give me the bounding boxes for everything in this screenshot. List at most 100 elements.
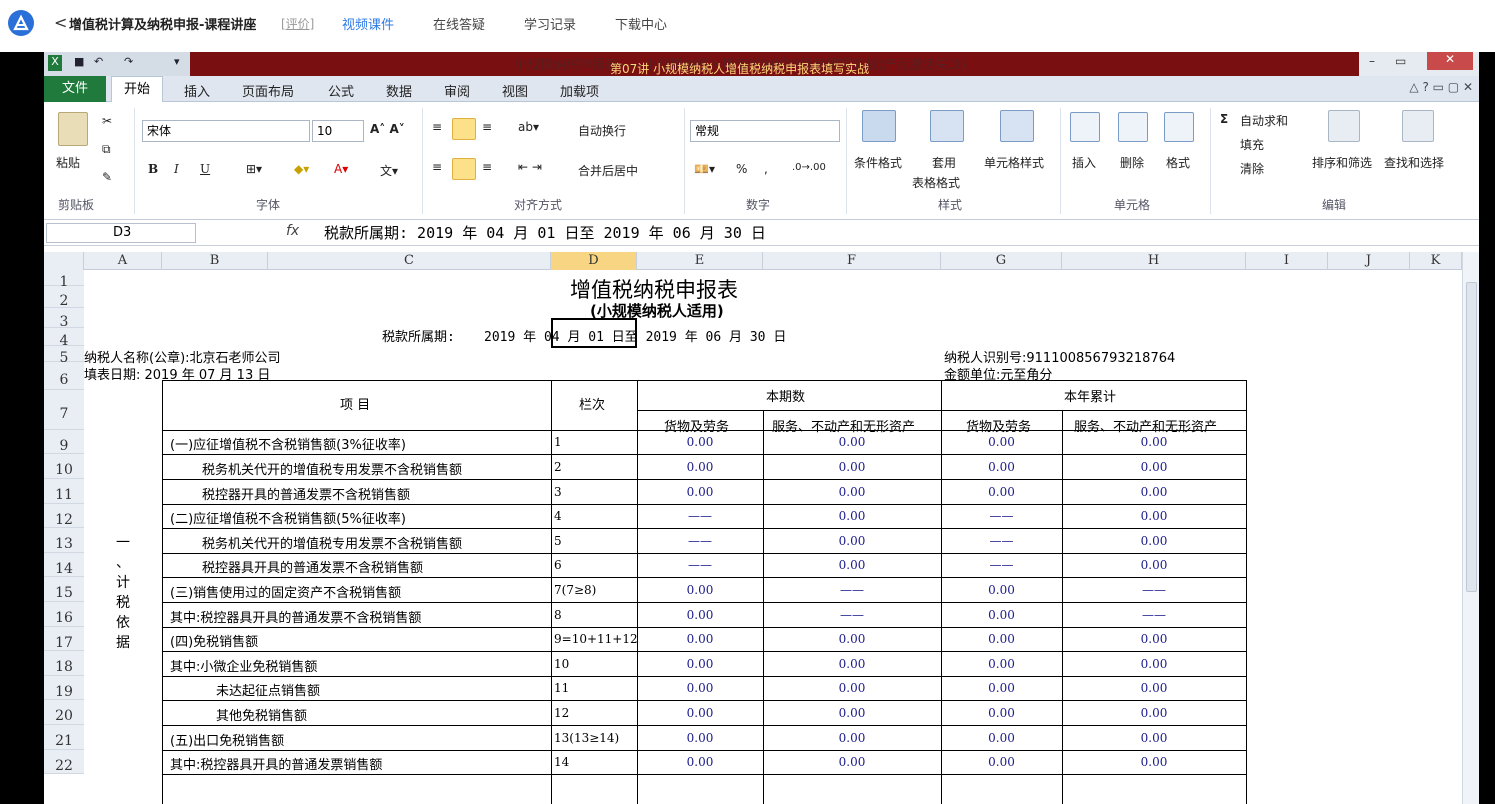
align-bottom-icon[interactable]: ≡ <box>482 120 492 134</box>
amount-cell[interactable]: 0.00 <box>941 460 1062 474</box>
amount-cell[interactable]: 0.00 <box>1062 755 1246 769</box>
amount-cell[interactable]: —— <box>637 558 763 572</box>
align-top-icon[interactable]: ≡ <box>432 120 442 134</box>
tab-insert[interactable]: 插入 <box>184 81 210 100</box>
format-table-button[interactable]: 套用 <box>932 154 956 171</box>
cell-styles-button[interactable]: 单元格样式 <box>984 154 1044 171</box>
amount-cell[interactable]: 0.00 <box>1062 681 1246 695</box>
nav-video[interactable]: 视频课件 <box>342 14 394 33</box>
amount-cell[interactable]: —— <box>941 558 1062 572</box>
amount-cell[interactable]: 0.00 <box>941 435 1062 449</box>
tab-addins[interactable]: 加载项 <box>560 81 599 100</box>
cell-styles-icon[interactable] <box>1000 110 1034 142</box>
worksheet-grid[interactable]: 1 2 3 4 5 6 7 9 10 11 12 13 14 15 16 17 18 19 20 21 22 增值税纳税申… <box>44 270 1479 804</box>
minimize-icon[interactable]: – <box>1369 54 1375 68</box>
amount-cell[interactable]: 0.00 <box>941 706 1062 720</box>
nav-qa[interactable]: 在线答疑 <box>433 14 485 33</box>
col-header-e[interactable]: E <box>637 252 763 270</box>
cut-icon[interactable]: ✂ <box>102 114 112 128</box>
grow-font-icon[interactable]: A˄ A˅ <box>370 122 405 136</box>
col-header-j[interactable]: J <box>1328 252 1410 270</box>
amount-cell[interactable]: 0.00 <box>1062 657 1246 671</box>
row-header[interactable]: 14 <box>44 553 84 577</box>
nav-records[interactable]: 学习记录 <box>524 14 576 33</box>
row-header[interactable]: 6 <box>44 362 84 390</box>
row-header[interactable]: 7 <box>44 390 84 430</box>
amount-cell[interactable]: 0.00 <box>941 632 1062 646</box>
row-header[interactable]: 13 <box>44 528 84 553</box>
row-header[interactable]: 20 <box>44 700 84 725</box>
amount-cell[interactable]: 0.00 <box>1062 706 1246 720</box>
amount-cell[interactable]: 0.00 <box>941 583 1062 597</box>
font-name-select[interactable]: 宋体 <box>142 120 310 142</box>
border-icon[interactable]: ⊞▾ <box>246 162 262 176</box>
amount-cell[interactable]: 0.00 <box>637 583 763 597</box>
font-size-select[interactable]: 10 <box>312 120 364 142</box>
orientation-icon[interactable]: ab▾ <box>518 120 539 134</box>
amount-cell[interactable]: 0.00 <box>637 731 763 745</box>
amount-cell[interactable]: 0.00 <box>763 435 941 449</box>
sort-filter-button[interactable]: 排序和筛选 <box>1312 154 1372 171</box>
amount-cell[interactable]: 0.00 <box>1062 485 1246 499</box>
amount-cell[interactable]: 0.00 <box>763 485 941 499</box>
col-header-g[interactable]: G <box>941 252 1062 270</box>
amount-cell[interactable]: 0.00 <box>763 632 941 646</box>
tab-formulas[interactable]: 公式 <box>328 81 354 100</box>
tab-data[interactable]: 数据 <box>386 81 412 100</box>
increase-decimal-button[interactable]: .0→.00 <box>792 162 826 173</box>
amount-cell[interactable]: 0.00 <box>1062 534 1246 548</box>
align-right-icon[interactable]: ≡ <box>482 160 492 174</box>
amount-cell[interactable]: 0.00 <box>637 755 763 769</box>
amount-cell[interactable]: 0.00 <box>941 608 1062 622</box>
phonetic-icon[interactable]: 文▾ <box>380 162 398 179</box>
amount-cell[interactable]: —— <box>637 534 763 548</box>
copy-icon[interactable]: ⧉ <box>102 142 111 157</box>
amount-cell[interactable]: 0.00 <box>763 460 941 474</box>
col-header-a[interactable]: A <box>84 252 162 270</box>
amount-cell[interactable]: 0.00 <box>1062 460 1246 474</box>
conditional-format-icon[interactable] <box>862 110 896 142</box>
rate-link[interactable]: [评价] <box>281 15 314 32</box>
insert-cells-icon[interactable] <box>1070 112 1100 142</box>
row-header[interactable]: 11 <box>44 479 84 504</box>
italic-button[interactable]: I <box>174 162 179 176</box>
row-header[interactable]: 2 <box>44 286 84 309</box>
align-center-icon[interactable] <box>452 158 476 180</box>
align-left-icon[interactable]: ≡ <box>432 160 442 174</box>
wrap-text-button[interactable]: 自动换行 <box>578 122 626 139</box>
merge-center-button[interactable]: 合并后居中 <box>578 162 638 179</box>
name-box[interactable]: D3 <box>46 223 196 243</box>
amount-cell[interactable]: 0.00 <box>1062 558 1246 572</box>
bold-button[interactable]: B <box>148 162 158 176</box>
amount-cell[interactable]: 0.00 <box>763 681 941 695</box>
insert-cells-button[interactable]: 插入 <box>1072 154 1096 171</box>
amount-cell[interactable]: 0.00 <box>941 755 1062 769</box>
back-icon[interactable]: < <box>54 13 67 32</box>
format-table-icon[interactable] <box>930 110 964 142</box>
col-header-d[interactable]: D <box>551 252 637 270</box>
row-header[interactable]: 21 <box>44 725 84 750</box>
formula-input[interactable]: 税款所属期: 2019 年 04 月 01 日至 2019 年 06 月 30 … <box>324 222 766 243</box>
amount-cell[interactable]: 0.00 <box>941 731 1062 745</box>
row-header[interactable]: 3 <box>44 308 84 330</box>
row-header[interactable]: 12 <box>44 504 84 528</box>
vertical-scrollbar[interactable] <box>1462 252 1479 804</box>
help-icon[interactable]: △ ? ▭ ▢ ✕ <box>1409 80 1473 94</box>
tab-review[interactable]: 审阅 <box>444 81 470 100</box>
amount-cell[interactable]: 0.00 <box>637 632 763 646</box>
col-header-f[interactable]: F <box>763 252 941 270</box>
fill-button[interactable]: 填充 <box>1240 136 1264 153</box>
format-cells-icon[interactable] <box>1164 112 1194 142</box>
find-select-button[interactable]: 查找和选择 <box>1384 154 1444 171</box>
amount-cell[interactable]: 0.00 <box>763 558 941 572</box>
active-cell-d3[interactable] <box>551 318 637 348</box>
amount-cell[interactable]: 0.00 <box>637 485 763 499</box>
restore-icon[interactable]: ▭ <box>1395 54 1406 68</box>
amount-cell[interactable]: 0.00 <box>763 755 941 769</box>
autosum-button[interactable]: 自动求和 <box>1240 112 1288 129</box>
amount-cell[interactable]: —— <box>763 583 941 597</box>
amount-cell[interactable]: —— <box>941 534 1062 548</box>
col-header-b[interactable]: B <box>162 252 268 270</box>
amount-cell[interactable]: 0.00 <box>637 460 763 474</box>
amount-cell[interactable]: 0.00 <box>763 509 941 523</box>
